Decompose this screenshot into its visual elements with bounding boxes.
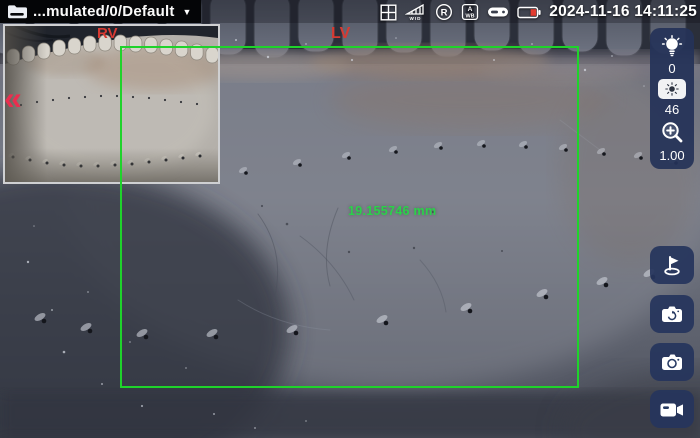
svg-text:R: R bbox=[441, 7, 448, 18]
record-ready-icon: R bbox=[435, 3, 453, 21]
collapse-pip-chevron[interactable]: « bbox=[4, 82, 22, 114]
camera-compare-button[interactable] bbox=[650, 295, 694, 333]
landmark-flag-button[interactable] bbox=[650, 246, 694, 284]
photo-capture-button[interactable] bbox=[650, 343, 694, 381]
auto-white-balance-icon: A WB bbox=[461, 3, 479, 21]
image-adjust-panel: 0 46 1.00 bbox=[650, 28, 694, 169]
grid-view-icon bbox=[380, 4, 397, 21]
led-brightness-value: 0 bbox=[668, 62, 675, 75]
battery-icon bbox=[517, 6, 541, 19]
display-brightness-button[interactable] bbox=[658, 79, 686, 99]
timestamp: 2024-11-16 14:11:25 bbox=[549, 3, 697, 21]
wide-mode-icon: WID bbox=[405, 3, 427, 21]
video-camera-icon bbox=[659, 399, 685, 419]
file-path-dropdown[interactable]: ...mulated/0/Default ▼ bbox=[0, 0, 201, 23]
videoscope-app: RV LV « 19.155746 mm ...mulated/0/Defaul… bbox=[0, 0, 700, 438]
zoom-level-value: 1.00 bbox=[659, 149, 684, 162]
camera-refresh-icon bbox=[660, 304, 684, 324]
file-path-label: ...mulated/0/Default bbox=[33, 3, 175, 20]
display-brightness-value: 46 bbox=[665, 103, 679, 116]
live-view-label: LV bbox=[331, 25, 350, 43]
measurement-value: 19.155746 mm bbox=[348, 204, 436, 218]
flag-marker-icon bbox=[660, 254, 684, 277]
pip-view-label: RV bbox=[97, 25, 118, 42]
storage-icon bbox=[487, 5, 509, 19]
svg-text:WID: WID bbox=[410, 16, 422, 21]
svg-text:A: A bbox=[468, 6, 473, 13]
chevron-down-icon: ▼ bbox=[183, 7, 192, 17]
led-brightness-icon[interactable] bbox=[661, 35, 683, 58]
folder-icon bbox=[7, 3, 27, 20]
video-record-button[interactable] bbox=[650, 390, 694, 428]
camera-icon bbox=[660, 352, 684, 372]
status-bar: WID R A WB bbox=[380, 2, 697, 22]
svg-text:WB: WB bbox=[466, 14, 475, 20]
zoom-in-icon[interactable] bbox=[660, 120, 685, 145]
